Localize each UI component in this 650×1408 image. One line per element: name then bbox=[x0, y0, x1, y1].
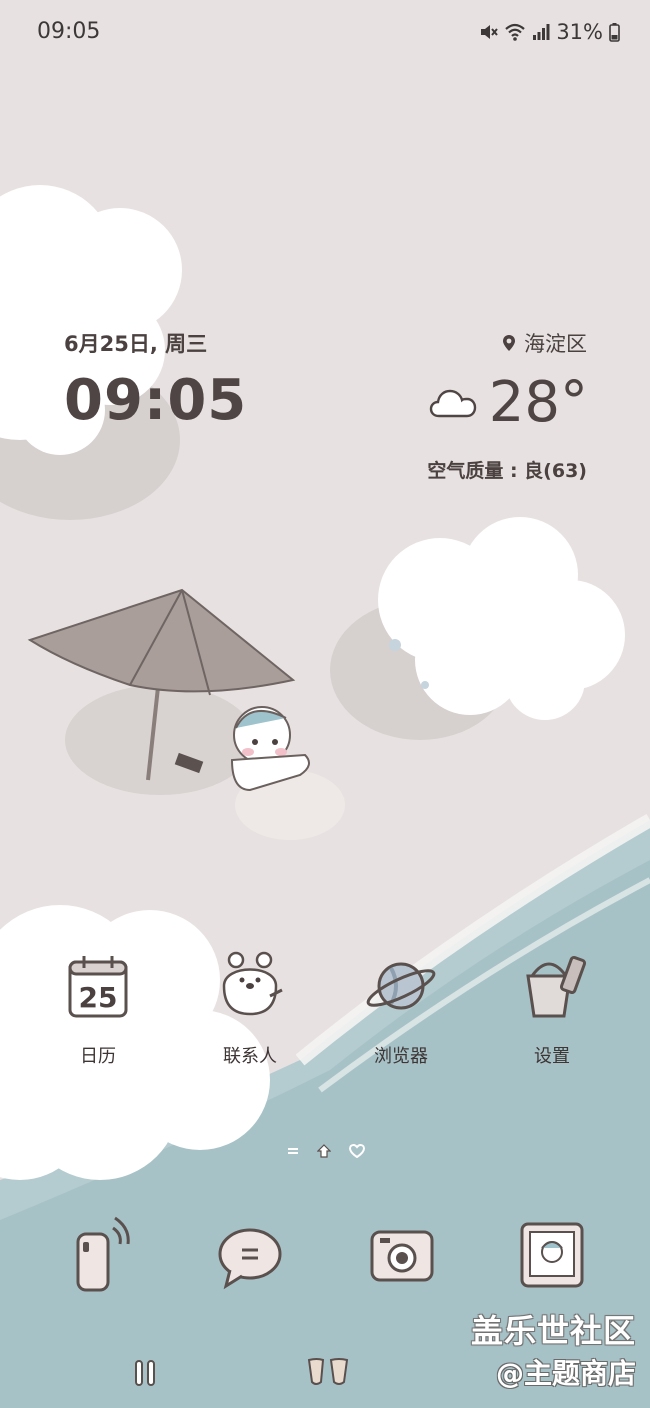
app-label: 浏览器 bbox=[374, 1046, 428, 1067]
wifi-icon bbox=[505, 23, 526, 41]
air-quality: 空气质量 : 良(63) bbox=[427, 460, 587, 482]
bucket-settings-icon bbox=[526, 955, 587, 1018]
widget-clock[interactable]: 09:05 bbox=[64, 368, 247, 433]
contacts-bear-icon bbox=[222, 951, 283, 1016]
weather-location[interactable]: 海淀区 bbox=[502, 328, 587, 358]
weather-current[interactable]: 28° bbox=[429, 370, 588, 435]
app-contacts[interactable]: 联系人 bbox=[185, 946, 315, 1068]
phone-icon bbox=[76, 1216, 130, 1292]
planet-browser-icon bbox=[366, 962, 436, 1010]
recents-button[interactable] bbox=[133, 1358, 157, 1388]
temperature: 28° bbox=[488, 370, 588, 435]
menu-indicator bbox=[288, 1148, 298, 1154]
app-calendar[interactable]: 25 日历 bbox=[33, 946, 163, 1068]
calendar-day: 25 bbox=[79, 981, 118, 1014]
gallery-icon bbox=[520, 1222, 584, 1288]
status-bar: 09:05 31% bbox=[0, 0, 650, 70]
watermark-line2: @主题商店 bbox=[495, 1357, 636, 1390]
location-pin-icon bbox=[503, 335, 515, 351]
status-icons: 31% bbox=[478, 20, 620, 44]
widget-date[interactable]: 6月25日, 周三 bbox=[64, 328, 207, 358]
location-label: 海淀区 bbox=[524, 332, 587, 356]
dock-messages[interactable] bbox=[208, 1214, 292, 1302]
app-label: 联系人 bbox=[223, 1046, 277, 1067]
heart-indicator bbox=[349, 1144, 365, 1158]
cloud-icon bbox=[429, 389, 476, 417]
dock-phone[interactable] bbox=[58, 1214, 142, 1302]
watermark-line1: 盖乐世社区 bbox=[470, 1312, 636, 1350]
battery-percent: 31% bbox=[556, 20, 603, 44]
app-settings[interactable]: 设置 bbox=[487, 946, 617, 1068]
status-time: 09:05 bbox=[37, 19, 101, 44]
page-indicator[interactable] bbox=[287, 1144, 365, 1158]
app-label: 设置 bbox=[534, 1046, 570, 1067]
camera-icon bbox=[370, 1230, 434, 1282]
mute-icon bbox=[481, 25, 499, 39]
home-button[interactable] bbox=[305, 1356, 351, 1388]
wallpaper bbox=[0, 0, 650, 1408]
calendar-icon: 25 bbox=[68, 956, 128, 1018]
signal-icon bbox=[533, 24, 550, 40]
messages-icon bbox=[218, 1228, 282, 1290]
dock-gallery[interactable] bbox=[510, 1214, 594, 1302]
dock-camera[interactable] bbox=[360, 1214, 444, 1302]
app-label: 日历 bbox=[80, 1046, 116, 1067]
battery-icon bbox=[609, 23, 620, 42]
app-browser[interactable]: 浏览器 bbox=[336, 946, 466, 1068]
home-indicator bbox=[317, 1144, 331, 1158]
